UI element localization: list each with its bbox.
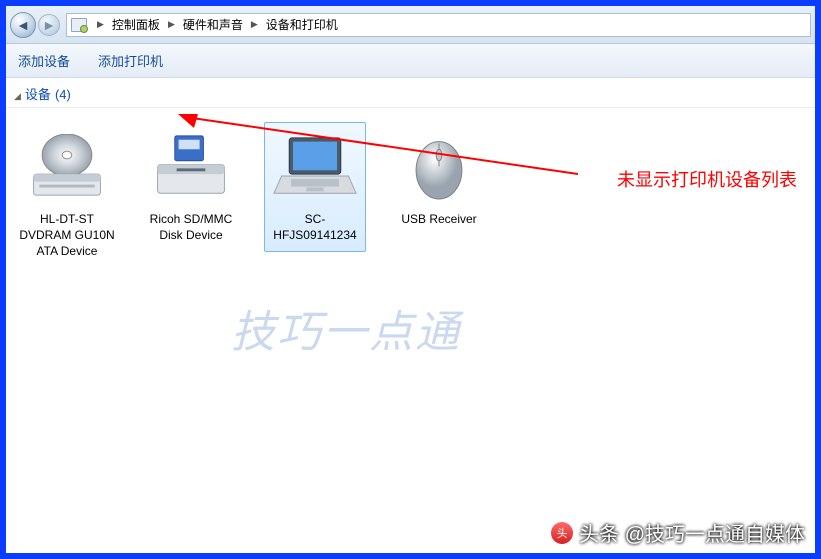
breadcrumb-item[interactable]: 设备和打印机 <box>266 16 338 33</box>
breadcrumb[interactable]: ▶ 控制面板 ▶ 硬件和声音 ▶ 设备和打印机 <box>89 16 342 33</box>
device-item[interactable]: HL-DT-ST DVDRAM GU10N ATA Device <box>16 122 118 269</box>
watermark-footer: 头 头条 @技巧一点通自媒体 <box>551 518 805 547</box>
device-label: USB Receiver <box>391 211 487 227</box>
chevron-right-icon: ▶ <box>168 19 175 30</box>
device-list: HL-DT-ST DVDRAM GU10N ATA Device Ricoh S… <box>6 108 815 283</box>
section-header-devices[interactable]: ◢ 设备 (4) <box>6 78 815 108</box>
back-button[interactable]: ◄ <box>10 12 36 38</box>
chevron-right-icon: ▶ <box>97 19 104 30</box>
device-label: HL-DT-ST DVDRAM GU10N ATA Device <box>19 211 115 260</box>
chevron-right-icon: ▶ <box>251 19 258 30</box>
annotation-text: 未显示打印机设备列表 <box>617 166 797 192</box>
add-device-button[interactable]: 添加设备 <box>18 51 70 70</box>
breadcrumb-item[interactable]: 控制面板 <box>112 16 160 33</box>
address-bar[interactable]: ▶ 控制面板 ▶ 硬件和声音 ▶ 设备和打印机 <box>66 13 811 37</box>
forward-button[interactable]: ► <box>38 14 60 36</box>
device-label: SC-HFJS09141234 <box>267 211 363 243</box>
watermark-footer-text: 头条 @技巧一点通自媒体 <box>579 518 805 547</box>
laptop-icon <box>267 129 363 205</box>
optical-drive-icon <box>19 129 115 205</box>
toutiao-logo-icon: 头 <box>551 522 573 544</box>
arrow-left-icon: ◄ <box>16 17 30 33</box>
command-bar: 添加设备 添加打印机 <box>6 44 815 78</box>
arrow-right-icon: ► <box>42 17 56 33</box>
section-label: 设备 <box>25 84 51 103</box>
watermark-center: 技巧一点通 <box>231 296 461 360</box>
window-titlebar: ◄ ► ▶ 控制面板 ▶ 硬件和声音 ▶ 设备和打印机 <box>6 6 815 44</box>
section-count: (4) <box>55 87 71 102</box>
location-icon <box>71 18 87 32</box>
add-printer-button[interactable]: 添加打印机 <box>98 51 163 70</box>
card-reader-icon <box>143 129 239 205</box>
device-item[interactable]: Ricoh SD/MMC Disk Device <box>140 122 242 252</box>
device-label: Ricoh SD/MMC Disk Device <box>143 211 239 243</box>
device-item[interactable]: USB Receiver <box>388 122 490 236</box>
nav-buttons: ◄ ► <box>10 12 60 38</box>
breadcrumb-item[interactable]: 硬件和声音 <box>183 16 243 33</box>
mouse-icon <box>391 129 487 205</box>
device-item[interactable]: SC-HFJS09141234 <box>264 122 366 252</box>
